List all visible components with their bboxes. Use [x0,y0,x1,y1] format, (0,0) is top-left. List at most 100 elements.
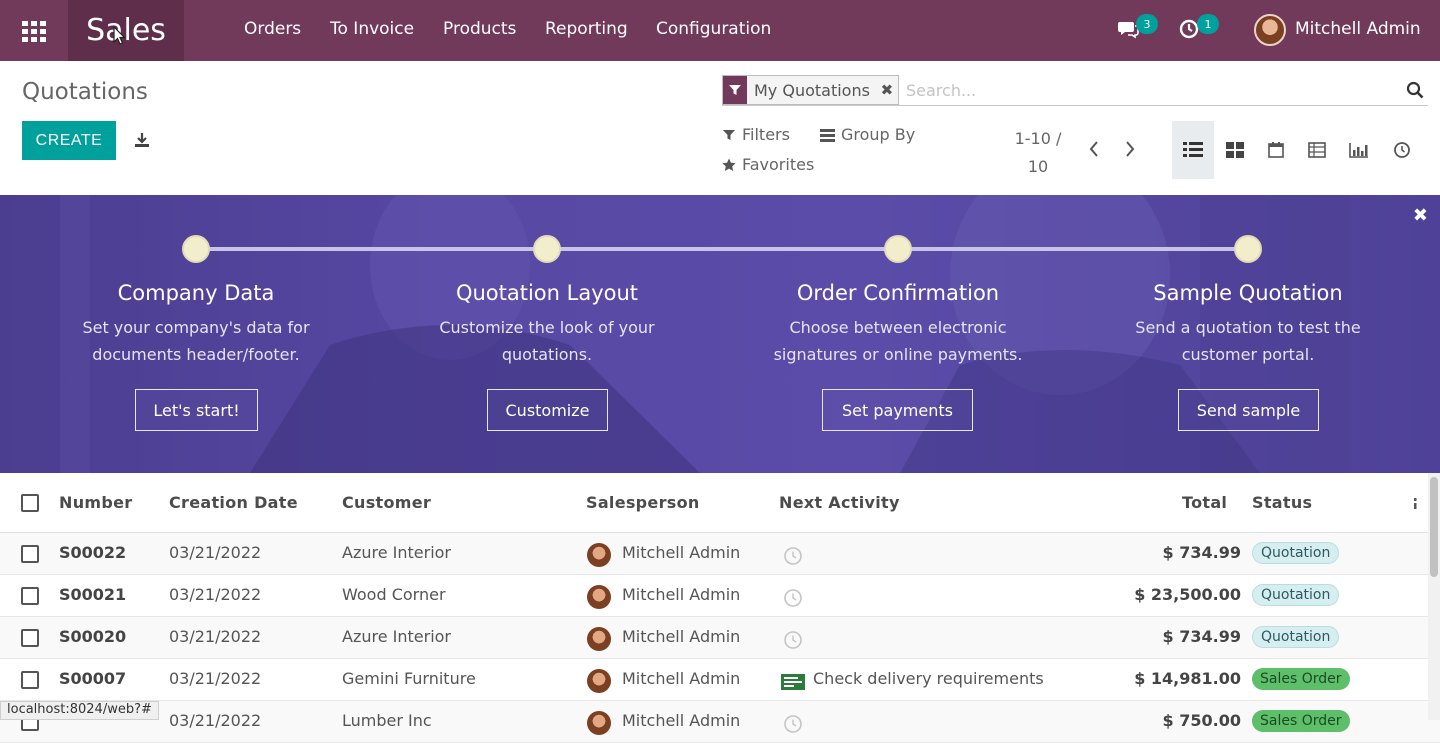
filters-dropdown[interactable]: Filters [722,125,790,144]
row-checkbox[interactable] [21,587,39,605]
customer-name: Wood Corner [342,585,446,604]
star-icon [722,158,736,171]
status-badge: Sales Order [1252,668,1350,690]
user-avatar[interactable] [1254,14,1286,46]
facet-label: My Quotations [747,76,876,104]
menu-orders[interactable]: Orders [244,19,301,39]
set-payments-button[interactable]: Set payments [822,389,973,431]
app-menu-button[interactable] [0,0,68,61]
search-facet: My Quotations ✖ [722,75,899,105]
status-badge: Quotation [1252,584,1340,606]
column-total[interactable]: Total [1182,493,1227,512]
lets-start-button[interactable]: Let's start! [135,389,258,431]
send-sample-button[interactable]: Send sample [1178,389,1319,431]
top-navbar: Sales Orders To Invoice Products Reporti… [0,0,1440,61]
status-badge: Quotation [1252,542,1340,564]
favorites-dropdown[interactable]: Favorites [722,155,814,174]
customer-name: Azure Interior [342,627,452,646]
filter-funnel-icon [723,76,747,104]
progress-line [196,247,1248,251]
order-total: $ 734.99 [1162,543,1241,562]
pager-total: 10 [1027,157,1049,176]
download-icon[interactable] [132,130,152,150]
salesperson-name: Mitchell Admin [622,543,741,562]
next-activity[interactable]: Check delivery requirements [813,669,1044,688]
group-by-label: Group By [841,125,916,144]
delivery-activity-icon[interactable] [781,673,805,691]
calendar-icon [1268,142,1284,158]
user-menu[interactable]: Mitchell Admin [1295,19,1421,39]
search-icon[interactable] [1406,81,1424,99]
kanban-view-icon [1226,142,1244,158]
step-title: Order Confirmation [796,281,1000,305]
quotations-table: Number Creation Date Customer Salesperso… [0,473,1440,743]
step-title: Company Data [117,281,275,305]
customer-name: Gemini Furniture [342,669,476,688]
column-salesperson[interactable]: Salesperson [586,493,700,512]
menu-configuration[interactable]: Configuration [656,19,771,39]
step-dot-quotation-layout [533,235,561,263]
row-checkbox[interactable] [21,545,39,563]
chevron-left-icon[interactable] [1084,139,1104,159]
facet-remove-icon[interactable]: ✖ [875,76,898,104]
scrollbar-thumb[interactable] [1430,477,1438,577]
list-view-button[interactable] [1172,121,1214,179]
order-number: S00021 [59,585,127,604]
table-row[interactable]: S00022 03/21/2022 Azure Interior Mitchel… [0,533,1440,575]
app-brand[interactable]: Sales [68,0,184,61]
table-row[interactable]: S00021 03/21/2022 Wood Corner Mitchell A… [0,575,1440,617]
chevron-right-icon[interactable] [1120,139,1140,159]
activity-view-button[interactable] [1381,121,1423,179]
messages-count-badge: 3 [1136,14,1158,34]
salesperson-avatar [587,585,611,609]
activity-clock-icon[interactable] [783,714,803,734]
scrollbar[interactable] [1428,473,1440,720]
column-number[interactable]: Number [59,493,132,512]
search-input[interactable] [906,76,1386,104]
table-header: Number Creation Date Customer Salesperso… [0,473,1440,533]
create-button[interactable]: CREATE [22,121,116,160]
calendar-view-button[interactable] [1255,121,1297,179]
banner-close-icon[interactable]: ✖ [1413,205,1428,226]
table-row[interactable]: S00020 03/21/2022 Azure Interior Mitchel… [0,617,1440,659]
row-checkbox[interactable] [21,629,39,647]
pager-value[interactable]: 1-10 / 10 [1000,125,1076,181]
table-row[interactable]: 03/21/2022 Lumber Inc Mitchell Admin $ 7… [0,701,1440,743]
column-next-activity[interactable]: Next Activity [779,493,900,512]
table-row[interactable]: S00007 03/21/2022 Gemini Furniture Mitch… [0,659,1440,701]
status-badge: Quotation [1252,626,1340,648]
menu-reporting[interactable]: Reporting [545,19,628,39]
menu-products[interactable]: Products [443,19,516,39]
pager-range: 1-10 / [1014,129,1062,148]
menu-to-invoice[interactable]: To Invoice [330,19,414,39]
browser-status-url: localhost:8024/web?# [0,701,159,720]
step-description: Choose between electronic signatures or o… [773,318,1023,364]
activity-clock-icon[interactable] [783,546,803,566]
onboarding-banner: ✖ Company Data Set your company's data f… [0,195,1440,473]
row-checkbox[interactable] [21,671,39,689]
step-dot-company-data [182,235,210,263]
select-all-checkbox[interactable] [21,494,39,512]
column-options-icon[interactable] [1411,495,1419,513]
column-status[interactable]: Status [1252,493,1312,512]
column-creation-date[interactable]: Creation Date [169,493,298,512]
pivot-view-button[interactable] [1296,121,1338,179]
step-sample-quotation: Sample Quotation Send a quotation to tes… [1078,281,1418,368]
bar-chart-icon [1349,143,1368,158]
graph-view-button[interactable] [1338,121,1380,179]
salesperson-avatar [587,711,611,735]
filters-label: Filters [742,125,790,144]
column-customer[interactable]: Customer [342,493,431,512]
creation-date: 03/21/2022 [169,585,262,604]
customize-button[interactable]: Customize [487,389,608,431]
creation-date: 03/21/2022 [169,711,262,730]
kanban-view-button[interactable] [1214,121,1256,179]
creation-date: 03/21/2022 [169,627,262,646]
activity-clock-icon[interactable] [783,630,803,650]
group-by-dropdown[interactable]: Group By [820,125,915,144]
salesperson-avatar [587,627,611,651]
step-title: Sample Quotation [1153,281,1343,305]
activity-clock-icon[interactable] [783,588,803,608]
salesperson-name: Mitchell Admin [622,669,741,688]
step-company-data: Company Data Set your company's data for… [26,281,366,368]
